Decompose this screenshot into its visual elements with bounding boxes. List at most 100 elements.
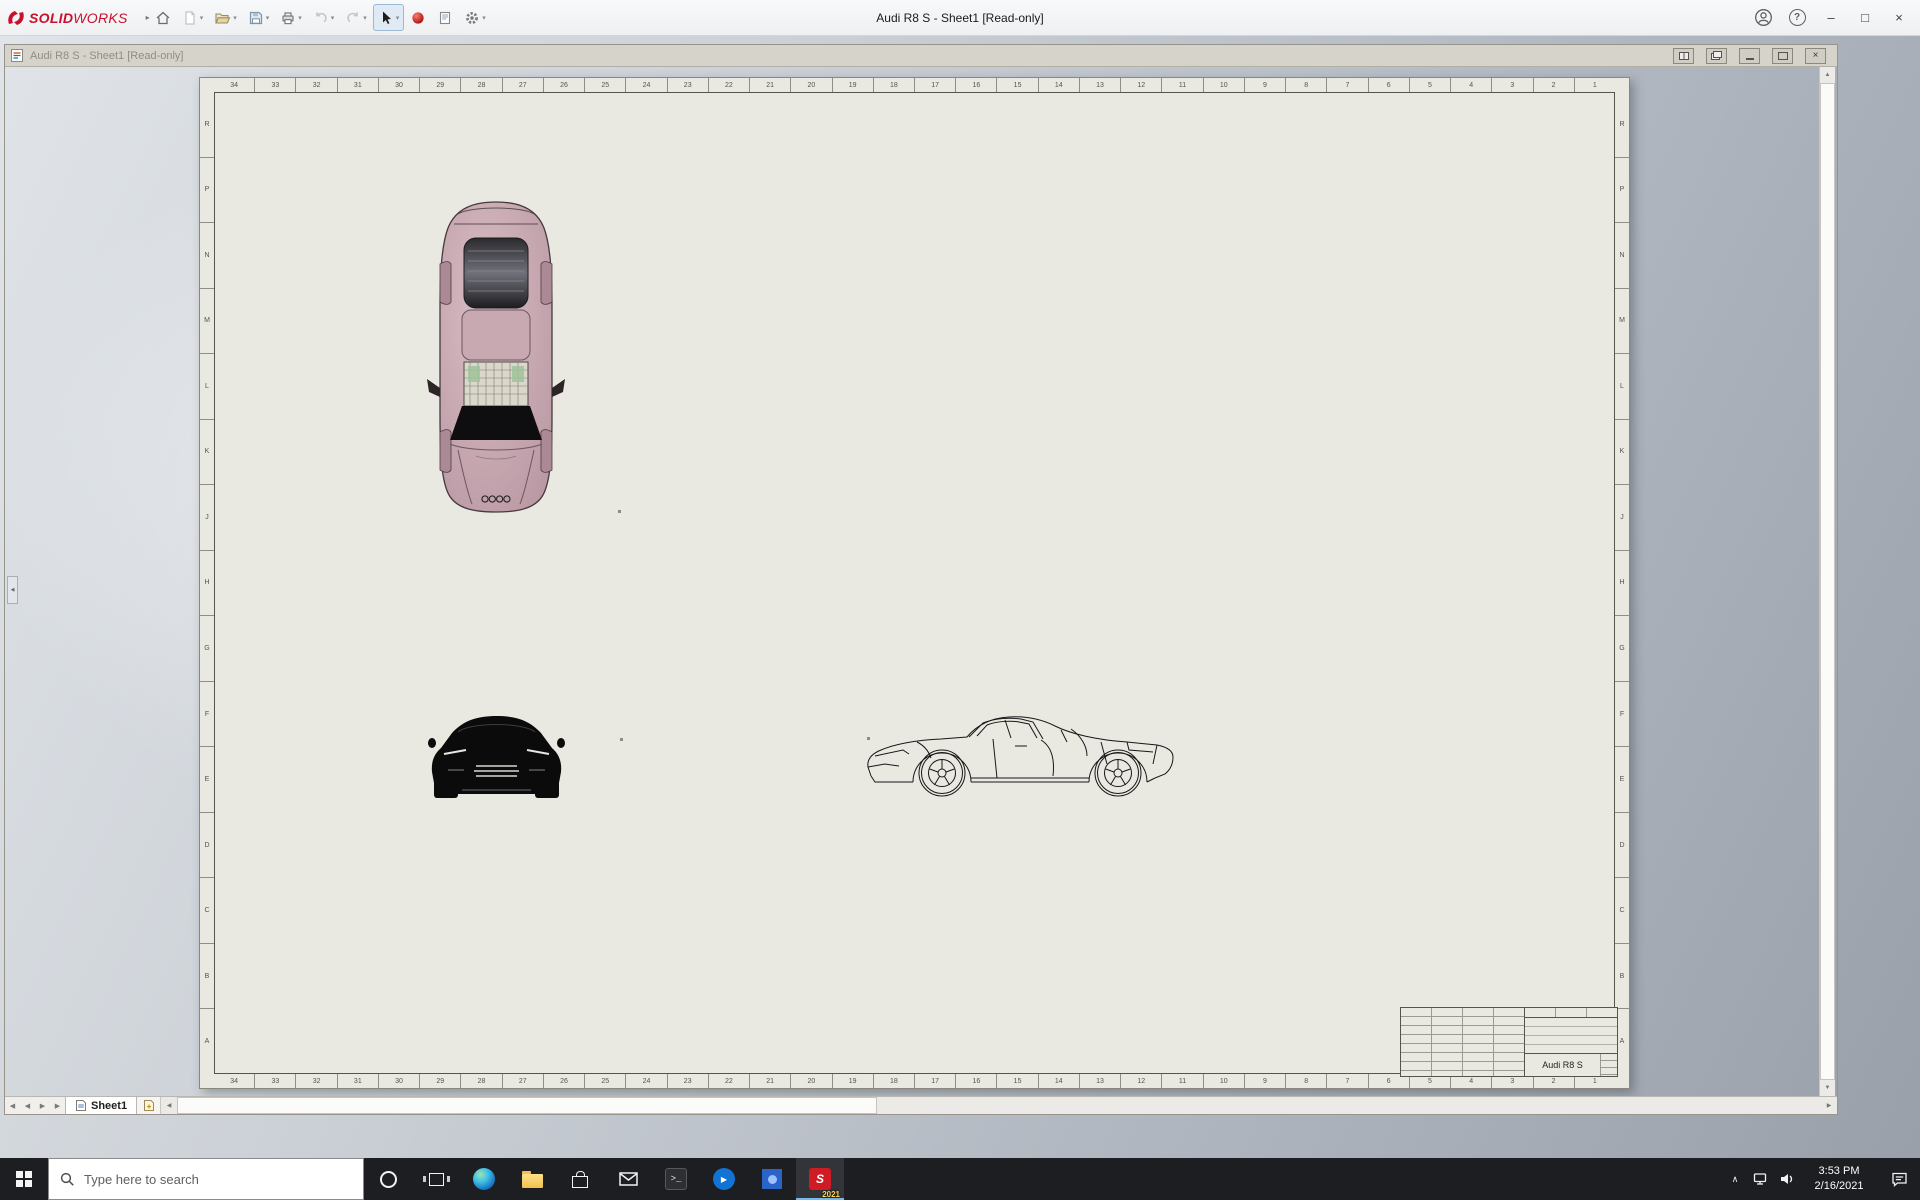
scroll-down-button[interactable]: ▼ <box>1820 1080 1835 1096</box>
volume-button[interactable] <box>1774 1158 1800 1200</box>
redo-button[interactable]: ▾ <box>340 4 372 31</box>
taskbar-clock[interactable]: 3:53 PM 2/16/2021 <box>1800 1158 1878 1200</box>
open-button[interactable]: ▾ <box>209 4 242 31</box>
zone-label: 23 <box>666 78 708 92</box>
taskbar-search-box[interactable] <box>48 1158 364 1200</box>
doc-restore-button[interactable] <box>1772 47 1793 64</box>
zone-label: N <box>1615 222 1629 288</box>
last-sheet-button[interactable]: ▶ <box>50 1097 65 1114</box>
solidworks-taskbar-button[interactable]: S 2021 <box>796 1158 844 1200</box>
command-prompt-button[interactable]: >_ <box>652 1158 700 1200</box>
redo-dropdown-icon[interactable]: ▾ <box>363 14 367 22</box>
sheet-tab-bar: ◀ ◀ ▶ ▶ Sheet1 ◀ ▶ <box>5 1096 1837 1114</box>
maximize-button[interactable]: □ <box>1850 4 1880 31</box>
select-tool-button[interactable]: ▾ <box>372 4 405 31</box>
scroll-up-button[interactable]: ▲ <box>1820 67 1835 83</box>
document-window: Audi R8 S - Sheet1 [Read-only] × 34 33 32 3… <box>4 44 1838 1115</box>
horizontal-scroll-track[interactable] <box>877 1097 1821 1114</box>
drawing-view-top[interactable] <box>424 198 568 516</box>
select-cursor-icon <box>378 10 394 26</box>
next-sheet-button[interactable]: ▶ <box>35 1097 50 1114</box>
task-view-button[interactable] <box>412 1158 460 1200</box>
scroll-left-button[interactable]: ◀ <box>161 1097 177 1114</box>
drawing-view-front[interactable] <box>428 710 565 800</box>
save-dropdown-icon[interactable]: ▾ <box>266 14 270 22</box>
cortana-button[interactable] <box>364 1158 412 1200</box>
doc-close-button[interactable]: × <box>1805 47 1826 64</box>
document-title: Audi R8 S - Sheet1 [Read-only] <box>30 49 184 62</box>
help-button[interactable]: ? <box>1782 4 1812 31</box>
print-dropdown-icon[interactable]: ▾ <box>298 14 302 22</box>
undo-button[interactable]: ▾ <box>308 4 340 31</box>
photos-button[interactable] <box>748 1158 796 1200</box>
select-dropdown-icon[interactable]: ▾ <box>396 14 400 22</box>
mail-icon <box>618 1172 638 1186</box>
file-explorer-button[interactable] <box>508 1158 556 1200</box>
drawing-document-icon <box>10 48 24 63</box>
close-button[interactable]: × <box>1884 4 1914 31</box>
zone-label: 34 <box>230 1077 239 1085</box>
zone-label: G <box>200 615 214 681</box>
start-button[interactable] <box>0 1158 48 1200</box>
zone-label: N <box>200 222 214 288</box>
previous-sheet-button[interactable]: ◀ <box>20 1097 35 1114</box>
doc-cascade-button[interactable] <box>1706 47 1727 64</box>
tray-expand-button[interactable]: ∧ <box>1722 1158 1748 1200</box>
open-dropdown-icon[interactable]: ▾ <box>233 14 237 22</box>
zone-label: 20 <box>790 78 831 92</box>
drawing-view-side[interactable] <box>865 712 1178 798</box>
new-dropdown-icon[interactable]: ▾ <box>200 14 204 22</box>
zone-label: K <box>1615 418 1629 485</box>
vertical-scrollbar[interactable]: ▲ ▼ <box>1819 67 1835 1096</box>
open-folder-icon <box>214 10 231 26</box>
title-block-right: Audi R8 S <box>1525 1008 1617 1076</box>
zone-label: 12 <box>1120 78 1161 92</box>
red-sphere-button[interactable] <box>405 4 431 31</box>
featuremanager-collapse-handle[interactable]: ◀ <box>7 576 18 604</box>
first-sheet-button[interactable]: ◀ <box>5 1097 20 1114</box>
scroll-right-button[interactable]: ▶ <box>1821 1097 1837 1114</box>
zone-label: R <box>204 120 210 128</box>
viewport[interactable]: 34 33 32 31 30 29 28 27 26 25 24 23 22 21 20 19 18 17 16 15… <box>5 67 1837 1114</box>
title-block-revision-table <box>1401 1008 1525 1076</box>
document-window-buttons: × <box>1673 47 1826 64</box>
chevron-up-icon: ∧ <box>1731 1173 1739 1184</box>
edge-button[interactable] <box>460 1158 508 1200</box>
document-title-bar[interactable]: Audi R8 S - Sheet1 [Read-only] × <box>5 45 1837 67</box>
mail-button[interactable] <box>604 1158 652 1200</box>
network-button[interactable] <box>1748 1158 1774 1200</box>
media-player-button[interactable]: ▶ <box>700 1158 748 1200</box>
undo-dropdown-icon[interactable]: ▾ <box>331 14 335 22</box>
task-view-icon <box>422 1172 450 1186</box>
zone-label: 29 <box>419 78 460 92</box>
zone-label: 14 <box>1037 78 1079 92</box>
doc-minimize-button[interactable] <box>1739 47 1760 64</box>
horizontal-scroll-thumb[interactable] <box>177 1097 878 1114</box>
zone-label: 13 <box>1078 1074 1120 1088</box>
drawing-sheet[interactable]: 34 33 32 31 30 29 28 27 26 25 24 23 22 21 20 19 18 17 16 15… <box>199 77 1630 1089</box>
vertical-scroll-thumb[interactable] <box>1820 83 1835 1080</box>
doc-split-button[interactable] <box>1673 47 1694 64</box>
zone-label: 19 <box>831 1074 873 1088</box>
print-button[interactable]: ▾ <box>275 4 307 31</box>
minimize-button[interactable]: – <box>1816 4 1846 31</box>
home-button[interactable] <box>150 4 176 31</box>
save-button[interactable]: ▾ <box>243 4 275 31</box>
options-dropdown-icon[interactable]: ▾ <box>482 14 486 22</box>
options-button[interactable]: ▾ <box>459 4 491 31</box>
zone-label: 9 <box>1243 78 1285 92</box>
file-properties-icon <box>437 10 453 26</box>
add-sheet-button[interactable] <box>137 1097 162 1114</box>
zone-label: 10 <box>1202 1074 1244 1088</box>
search-input[interactable] <box>84 1171 352 1187</box>
action-center-button[interactable] <box>1878 1158 1920 1200</box>
tab-sheet1[interactable]: Sheet1 <box>65 1097 138 1114</box>
new-document-button[interactable]: ▾ <box>177 4 209 31</box>
account-button[interactable] <box>1748 4 1778 31</box>
graphics-area: Audi R8 S - Sheet1 [Read-only] × 34 33 32 3… <box>0 36 1920 1158</box>
system-tray: ∧ 3:53 PM 2/16/2021 <box>1722 1158 1920 1200</box>
solidworks-logo[interactable]: SOLIDWORKS <box>6 9 128 27</box>
horizontal-scrollbar[interactable]: ◀ ▶ <box>161 1097 1837 1114</box>
file-properties-button[interactable] <box>432 4 458 31</box>
store-button[interactable] <box>556 1158 604 1200</box>
